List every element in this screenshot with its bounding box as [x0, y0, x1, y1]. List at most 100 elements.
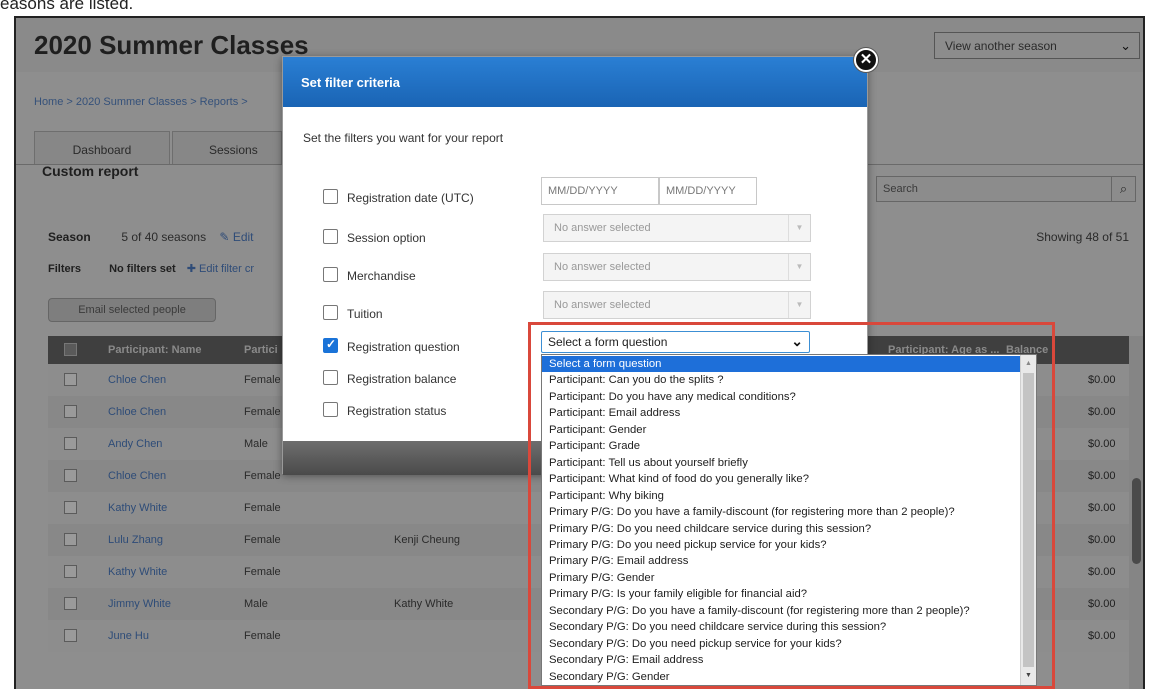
checkbox[interactable] — [323, 267, 338, 282]
season-select[interactable]: View another season ⌄ — [934, 32, 1140, 59]
edit-filter-label: Edit filter cr — [199, 263, 255, 275]
row-checkbox[interactable] — [64, 405, 77, 418]
chevron-down-icon: ⌄ — [791, 333, 803, 349]
select-all-checkbox[interactable] — [64, 343, 77, 356]
balance-cell: $0.00 — [1088, 374, 1116, 386]
dropdown-option[interactable]: Participant: Email address — [542, 405, 1022, 421]
dropdown-option[interactable]: Participant: Can you do the splits ? — [542, 372, 1022, 388]
dropdown-scrollbar-thumb[interactable] — [1023, 373, 1034, 667]
column-header[interactable]: Partici — [244, 344, 278, 356]
gender-cell: Female — [244, 374, 281, 386]
table-scrollbar-thumb[interactable] — [1132, 478, 1141, 564]
participant-name-link[interactable]: Lulu Zhang — [108, 534, 163, 546]
checkbox-checked[interactable] — [323, 337, 338, 353]
row-checkbox[interactable] — [64, 469, 77, 482]
dropdown-option[interactable]: Select a form question — [542, 356, 1022, 372]
modal-intro: Set the filters you want for your report — [303, 131, 504, 145]
dropdown-option[interactable]: Participant: Grade — [542, 438, 1022, 454]
participant-name-link[interactable]: June Hu — [108, 630, 149, 642]
filter-label: Tuition — [347, 307, 383, 321]
dropdown-option[interactable]: Participant: Do you have any medical con… — [542, 389, 1022, 405]
select-value: No answer selected — [554, 299, 651, 311]
dropdown-option[interactable]: Participant: Why biking — [542, 488, 1022, 504]
edit-filter-link[interactable]: ✚ Edit filter cr — [187, 263, 254, 275]
dropdown-option[interactable]: Primary P/G: Email address — [542, 553, 1022, 569]
dropdown-option[interactable]: Primary P/G: Do you need pickup service … — [542, 537, 1022, 553]
balance-cell: $0.00 — [1088, 406, 1116, 418]
column-header[interactable]: Participant: Name — [108, 344, 202, 356]
balance-cell: $0.00 — [1088, 502, 1116, 514]
filter-label: Merchandise — [347, 269, 416, 283]
email-selected-button[interactable]: Email selected people — [48, 298, 216, 322]
checkbox[interactable] — [323, 402, 338, 417]
dropdown-option[interactable]: Primary P/G: Is your family eligible for… — [542, 586, 1022, 602]
dropdown-option[interactable]: Participant: Tell us about yourself brie… — [542, 455, 1022, 471]
dropdown-option[interactable]: Secondary P/G: Do you need pickup servic… — [542, 636, 1022, 652]
filter-label: Registration balance — [347, 372, 457, 386]
caret-down-icon: ▼ — [788, 215, 810, 241]
row-checkbox[interactable] — [64, 501, 77, 514]
question-select[interactable]: Select a form question ⌄ — [541, 331, 810, 353]
breadcrumb[interactable]: Home > 2020 Summer Classes > Reports > — [34, 96, 248, 108]
edit-season-link[interactable]: ✎ Edit — [219, 230, 253, 244]
gender-cell: Female — [244, 502, 281, 514]
dropdown-option[interactable]: Secondary P/G: Gender — [542, 669, 1022, 685]
modal-title: Set filter criteria — [301, 75, 400, 90]
tab-dashboard[interactable]: Dashboard — [34, 131, 170, 165]
filter-label: Registration status — [347, 404, 447, 418]
page-title: 2020 Summer Classes — [34, 30, 309, 60]
participant-name-link[interactable]: Chloe Chen — [108, 470, 166, 482]
dropdown-option[interactable]: Primary P/G: Gender — [542, 570, 1022, 586]
balance-cell: $0.00 — [1088, 630, 1116, 642]
tab-label: Dashboard — [72, 143, 132, 157]
checkbox[interactable] — [323, 189, 338, 204]
filters-label: Filters — [48, 263, 82, 275]
report-title: Custom report — [42, 163, 139, 179]
participant-name-link[interactable]: Chloe Chen — [108, 374, 166, 386]
caret-down-icon: ▼ — [788, 254, 810, 280]
participant-name-link[interactable]: Kathy White — [108, 502, 167, 514]
row-checkbox[interactable] — [64, 629, 77, 642]
dropdown-option[interactable]: Secondary P/G: Do you have a family-disc… — [542, 603, 1022, 619]
dropdown-scrollbar[interactable]: ▲ ▼ — [1020, 355, 1036, 685]
row-checkbox[interactable] — [64, 565, 77, 578]
season-select-label: View another season — [945, 39, 1057, 53]
checkbox[interactable] — [323, 229, 338, 244]
merchandise-select: No answer selected ▼ — [543, 253, 811, 281]
participant-name-link[interactable]: Andy Chen — [108, 438, 162, 450]
showing-count: Showing 48 of 51 — [1036, 230, 1129, 244]
scroll-up-icon[interactable]: ▲ — [1021, 357, 1036, 371]
tab-sessions[interactable]: Sessions — [172, 131, 282, 165]
gender-cell: Female — [244, 630, 281, 642]
edit-label: Edit — [232, 230, 254, 244]
dropdown-option[interactable]: Secondary P/G: Email address — [542, 652, 1022, 668]
participant-name-link[interactable]: Chloe Chen — [108, 406, 166, 418]
participant-name-link[interactable]: Jimmy White — [108, 598, 171, 610]
chevron-down-icon: ⌄ — [1120, 38, 1131, 53]
dropdown-option[interactable]: Primary P/G: Do you need childcare servi… — [542, 521, 1022, 537]
search-input[interactable]: Search ⌕ — [876, 176, 1136, 202]
plus-icon: ✚ — [186, 263, 196, 275]
participant-name-link[interactable]: Kathy White — [108, 566, 167, 578]
search-placeholder: Search — [883, 183, 918, 195]
dropdown-option[interactable]: Participant: What kind of food do you ge… — [542, 471, 1022, 487]
close-icon[interactable]: ✕ — [854, 48, 878, 72]
balance-cell: $0.00 — [1088, 598, 1116, 610]
row-checkbox[interactable] — [64, 373, 77, 386]
scroll-down-icon[interactable]: ▼ — [1021, 669, 1036, 683]
checkbox[interactable] — [323, 305, 338, 320]
date-from-input[interactable]: MM/DD/YYYY — [541, 177, 659, 205]
gender-cell: Female — [244, 406, 281, 418]
gender-cell: Female — [244, 566, 281, 578]
row-checkbox[interactable] — [64, 597, 77, 610]
season-label: Season — [48, 230, 91, 244]
row-checkbox[interactable] — [64, 437, 77, 450]
row-checkbox[interactable] — [64, 533, 77, 546]
dropdown-option[interactable]: Primary P/G: Do you have a family-discou… — [542, 504, 1022, 520]
search-icon[interactable]: ⌕ — [1111, 177, 1135, 201]
checkbox[interactable] — [323, 370, 338, 385]
filter-label: Session option — [347, 231, 426, 245]
dropdown-option[interactable]: Participant: Gender — [542, 422, 1022, 438]
dropdown-option[interactable]: Secondary P/G: Do you need childcare ser… — [542, 619, 1022, 635]
date-to-input[interactable]: MM/DD/YYYY — [659, 177, 757, 205]
